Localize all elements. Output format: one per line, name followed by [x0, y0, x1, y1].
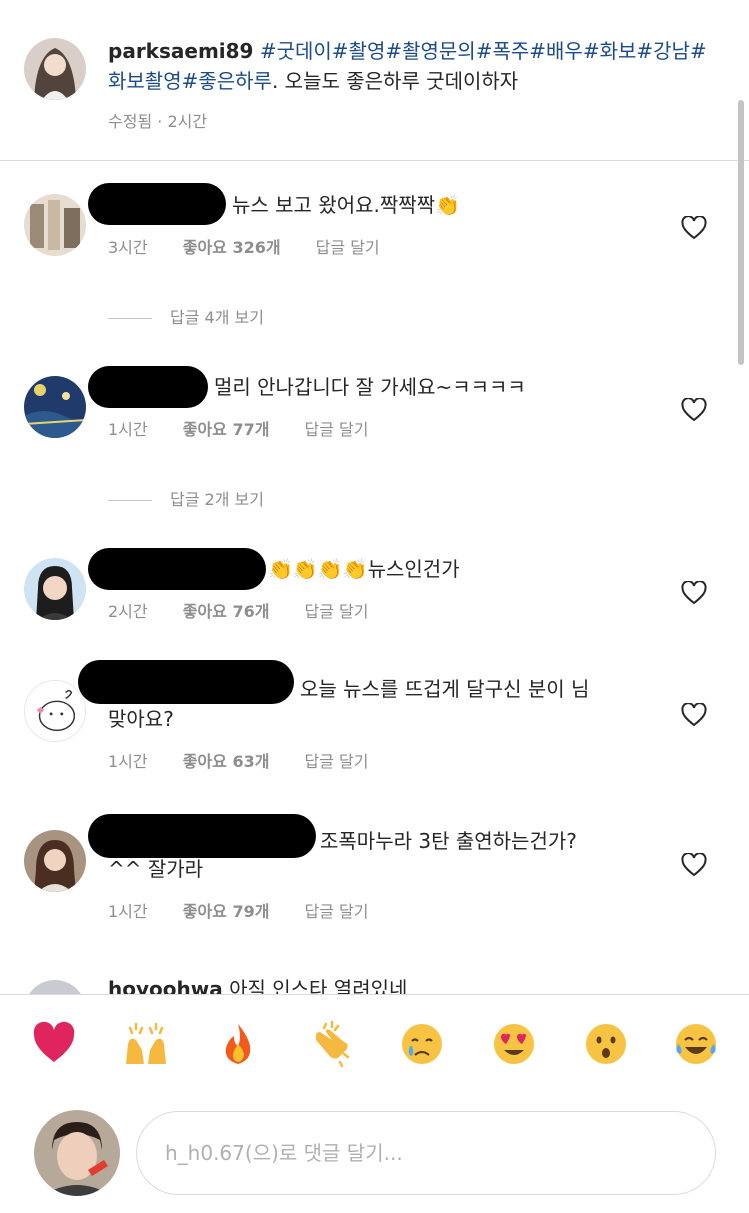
comment-likes[interactable]: 좋아요 326개 — [183, 238, 281, 257]
reply-button[interactable]: 답글 달기 — [305, 602, 369, 621]
comment-cutoff: hoyoohwa 아직 인스타 열려있네 — [0, 962, 749, 994]
view-replies-button[interactable]: 답글 2개 보기 — [108, 486, 264, 510]
comment-text: 👏👏👏👏뉴스인건가 — [268, 557, 460, 581]
heart-icon[interactable] — [681, 398, 707, 422]
crying-face-icon[interactable] — [398, 1020, 446, 1068]
comment-time: 1시간 — [108, 752, 148, 771]
redacted-username — [88, 183, 226, 225]
view-replies-button[interactable]: 답글 4개 보기 — [108, 304, 264, 328]
comment-text: 뉴스 보고 왔어요.짝짝짝👏 — [232, 193, 460, 217]
comment-text: 멀리 안나갑니다 잘 가세요~ㅋㅋㅋㅋ — [214, 375, 526, 399]
comment-input-wrapper[interactable] — [136, 1111, 716, 1195]
current-user-avatar — [34, 1110, 120, 1196]
replies-line — [108, 318, 152, 319]
raising-hands-icon[interactable] — [122, 1020, 170, 1068]
edited-label: 수정됨 — [108, 112, 153, 131]
tears-of-joy-icon[interactable] — [672, 1020, 720, 1068]
post-username[interactable]: parksaemi89 — [108, 39, 253, 63]
heart-icon[interactable] — [681, 216, 707, 240]
comment-meta: 1시간 좋아요 77개 답글 달기 — [108, 416, 399, 440]
comment-username[interactable]: hoyoohwa — [108, 977, 223, 994]
reply-button[interactable]: 답글 달기 — [316, 238, 380, 257]
comment-avatar[interactable] — [24, 680, 86, 742]
comment-avatar[interactable] — [24, 194, 86, 256]
heart-icon[interactable] — [681, 853, 707, 877]
meta-separator: · — [157, 112, 163, 131]
comment-text-cont: ^^ 잘가라 — [108, 857, 204, 881]
post-text: . 오늘도 좋은하루 굿데이하자 — [271, 69, 519, 93]
comment-likes[interactable]: 좋아요 63개 — [183, 752, 270, 771]
comment-meta: 3시간 좋아요 326개 답글 달기 — [108, 234, 410, 258]
view-replies-label: 답글 2개 보기 — [170, 490, 264, 509]
redacted-username — [88, 366, 208, 408]
comment-text-cont: 맞아요? — [108, 707, 174, 731]
replies-line — [108, 500, 152, 501]
comment-avatar[interactable] — [24, 558, 86, 620]
comment-input[interactable] — [163, 1112, 687, 1194]
post-meta: 수정됨 · 2시간 — [108, 108, 207, 132]
heart-icon[interactable] — [681, 703, 707, 727]
surprised-face-icon[interactable] — [582, 1020, 630, 1068]
reply-button[interactable]: 답글 달기 — [305, 902, 369, 921]
comment-text-row: hoyoohwa 아직 인스타 열려있네 — [108, 974, 407, 994]
comment-time: 1시간 — [108, 420, 148, 439]
comment-likes[interactable]: 좋아요 79개 — [183, 902, 270, 921]
heart-icon[interactable] — [681, 581, 707, 605]
clapping-hands-icon[interactable] — [306, 1020, 354, 1068]
comment-time: 2시간 — [108, 602, 148, 621]
comment-text: 오늘 뉴스를 뜨겁게 달구신 분이 님 — [300, 677, 590, 701]
comment-meta: 1시간 좋아요 79개 답글 달기 — [108, 898, 399, 922]
redacted-username — [88, 814, 316, 858]
emoji-bar — [0, 1000, 749, 1088]
post-time: 2시간 — [167, 112, 208, 131]
fire-icon[interactable] — [214, 1020, 262, 1068]
heart-eyes-icon[interactable] — [490, 1020, 538, 1068]
scrollbar[interactable] — [738, 100, 744, 365]
comment-text: 조폭마누라 3탄 출연하는건가? — [320, 829, 577, 853]
comment-avatar[interactable] — [24, 980, 86, 994]
comment-avatar[interactable] — [24, 830, 86, 892]
heart-icon[interactable] — [30, 1020, 78, 1068]
comment-avatar[interactable] — [24, 376, 86, 438]
reply-button[interactable]: 답글 달기 — [305, 420, 369, 439]
comment-likes[interactable]: 좋아요 77개 — [183, 420, 270, 439]
comment-time: 3시간 — [108, 238, 148, 257]
redacted-username — [88, 548, 266, 590]
caption-divider — [0, 160, 749, 161]
comment-time: 1시간 — [108, 902, 148, 921]
post-caption: parksaemi89 #굿데이#촬영#촬영문의#폭주#배우#화보#강남#화보촬… — [108, 36, 708, 96]
comment-meta: 1시간 좋아요 63개 답글 달기 — [108, 748, 399, 772]
comment-text: 아직 인스타 열려있네 — [229, 977, 408, 994]
redacted-username — [78, 660, 294, 704]
view-replies-label: 답글 4개 보기 — [170, 308, 264, 327]
post-author-avatar[interactable] — [24, 38, 86, 100]
comment-meta: 2시간 좋아요 76개 답글 달기 — [108, 598, 399, 622]
emoji-bar-divider — [0, 994, 749, 995]
comment-likes[interactable]: 좋아요 76개 — [183, 602, 270, 621]
reply-button[interactable]: 답글 달기 — [305, 752, 369, 771]
